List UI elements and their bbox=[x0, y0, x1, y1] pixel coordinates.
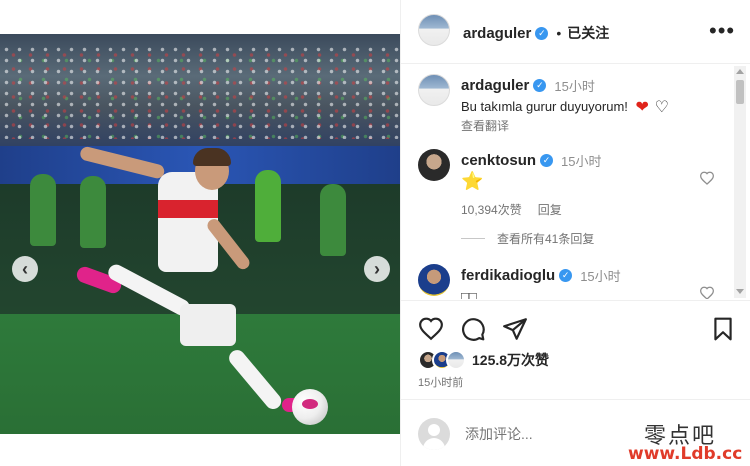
avatar[interactable] bbox=[418, 14, 450, 46]
heart-outline-icon[interactable] bbox=[699, 171, 715, 185]
watermark-logo: 零点吧 www.Ldb.cc bbox=[628, 418, 750, 466]
comment-icon[interactable] bbox=[460, 316, 486, 342]
separator: • bbox=[556, 25, 562, 41]
chevron-right-icon: › bbox=[374, 259, 380, 279]
send-icon[interactable] bbox=[502, 316, 528, 342]
caption-username[interactable]: ardaguler bbox=[461, 77, 529, 94]
instagram-post-view: ‹ › ardaguler ✓ • 已关注 ••• ardaguler ✓ 15… bbox=[0, 0, 750, 466]
view-replies-link[interactable]: 查看所有41条回复 bbox=[461, 230, 594, 247]
verified-badge-icon: ✓ bbox=[540, 154, 554, 167]
scroll-up-arrow-icon[interactable] bbox=[736, 69, 744, 74]
avatar[interactable] bbox=[418, 149, 450, 181]
substitute-player bbox=[255, 170, 281, 242]
comment-meta: 10,394次赞 回复 bbox=[461, 201, 721, 218]
likes-summary[interactable]: 125.8万次赞 bbox=[418, 349, 549, 371]
verified-badge-icon: ✓ bbox=[533, 79, 547, 92]
divider bbox=[401, 300, 750, 301]
comment-time: 15小时 bbox=[561, 154, 602, 169]
substitute-player bbox=[320, 184, 346, 256]
header-user: ardaguler ✓ • 已关注 bbox=[463, 23, 609, 43]
reply-button[interactable]: 回复 bbox=[538, 201, 562, 218]
post-timestamp[interactable]: 15小时前 bbox=[418, 374, 463, 390]
comment-text: ⭐ bbox=[461, 171, 721, 191]
scroll-thumb[interactable] bbox=[736, 80, 744, 104]
carousel-next-button[interactable]: › bbox=[364, 256, 390, 282]
comment-likes[interactable]: 10,394次赞 bbox=[461, 201, 522, 218]
chevron-left-icon: ‹ bbox=[22, 259, 28, 279]
scroll-down-arrow-icon[interactable] bbox=[736, 289, 744, 294]
post-header: ardaguler ✓ • 已关注 ••• bbox=[401, 14, 750, 50]
comment-header: ferdikadioglu ✓ 15小时 bbox=[461, 266, 721, 285]
comment-text: □□ bbox=[461, 289, 477, 299]
player-hair bbox=[193, 148, 231, 166]
substitute-player bbox=[30, 174, 56, 246]
divider bbox=[401, 399, 750, 400]
avatar bbox=[446, 350, 466, 370]
verified-badge-icon: ✓ bbox=[535, 26, 549, 40]
avatar[interactable] bbox=[418, 264, 450, 296]
more-horizontal-icon[interactable]: ••• bbox=[709, 20, 735, 42]
post-details-panel: ardaguler ✓ • 已关注 ••• ardaguler ✓ 15小时 B… bbox=[400, 0, 750, 466]
comment-body: ferdikadioglu ✓ 15小时 □□ bbox=[461, 266, 721, 299]
view-replies-text: 查看所有41条回复 bbox=[497, 232, 595, 246]
star-emoji: ⭐ bbox=[461, 171, 484, 191]
ball-pattern bbox=[302, 399, 318, 409]
player bbox=[78, 145, 253, 312]
likes-count[interactable]: 125.8万次赞 bbox=[472, 350, 549, 370]
watermark-url: www.Ldb.cc bbox=[628, 444, 743, 464]
header-username[interactable]: ardaguler bbox=[463, 25, 531, 42]
caption-body: ardaguler ✓ 15小时 Bu takımla gurur duyuyo… bbox=[461, 76, 721, 134]
caption-text-content: Bu takımla gurur duyuyorum! bbox=[461, 99, 628, 114]
comment-username[interactable]: cenktosun bbox=[461, 152, 536, 169]
heart-icon[interactable] bbox=[418, 316, 444, 342]
caption-text: Bu takımla gurur duyuyorum! ❤ ♡ bbox=[461, 98, 721, 116]
verified-badge-icon: ✓ bbox=[559, 269, 573, 282]
white-heart-emoji: ♡ bbox=[654, 99, 669, 116]
red-heart-emoji: ❤ bbox=[635, 99, 649, 116]
comments-list[interactable]: ardaguler ✓ 15小时 Bu takımla gurur duyuyo… bbox=[401, 64, 731, 299]
post-media[interactable]: ‹ › bbox=[0, 34, 400, 434]
shirt-band bbox=[158, 200, 218, 218]
comment-username[interactable]: ferdikadioglu bbox=[461, 267, 555, 284]
crowd bbox=[0, 44, 400, 139]
comment-time: 15小时 bbox=[580, 269, 621, 284]
comments-scrollbar[interactable] bbox=[734, 66, 746, 298]
carousel-prev-button[interactable]: ‹ bbox=[12, 256, 38, 282]
divider bbox=[461, 238, 485, 239]
player-shorts bbox=[180, 304, 236, 346]
caption-time: 15小时 bbox=[554, 79, 595, 94]
follow-status-button[interactable]: 已关注 bbox=[567, 23, 609, 43]
bookmark-icon[interactable] bbox=[710, 316, 736, 342]
heart-outline-icon[interactable] bbox=[699, 286, 715, 299]
post-actions bbox=[418, 316, 738, 344]
comment-body: cenktosun ✓ 15小时 ⭐ 10,394次赞 回复 bbox=[461, 151, 721, 218]
translate-link[interactable]: 查看翻译 bbox=[461, 117, 721, 134]
user-avatar-icon bbox=[418, 418, 450, 450]
comment-input[interactable] bbox=[465, 426, 645, 442]
comment-header: cenktosun ✓ 15小时 bbox=[461, 151, 721, 170]
avatar[interactable] bbox=[418, 74, 450, 106]
caption-header: ardaguler ✓ 15小时 bbox=[461, 76, 721, 95]
substitute-player bbox=[80, 176, 106, 248]
